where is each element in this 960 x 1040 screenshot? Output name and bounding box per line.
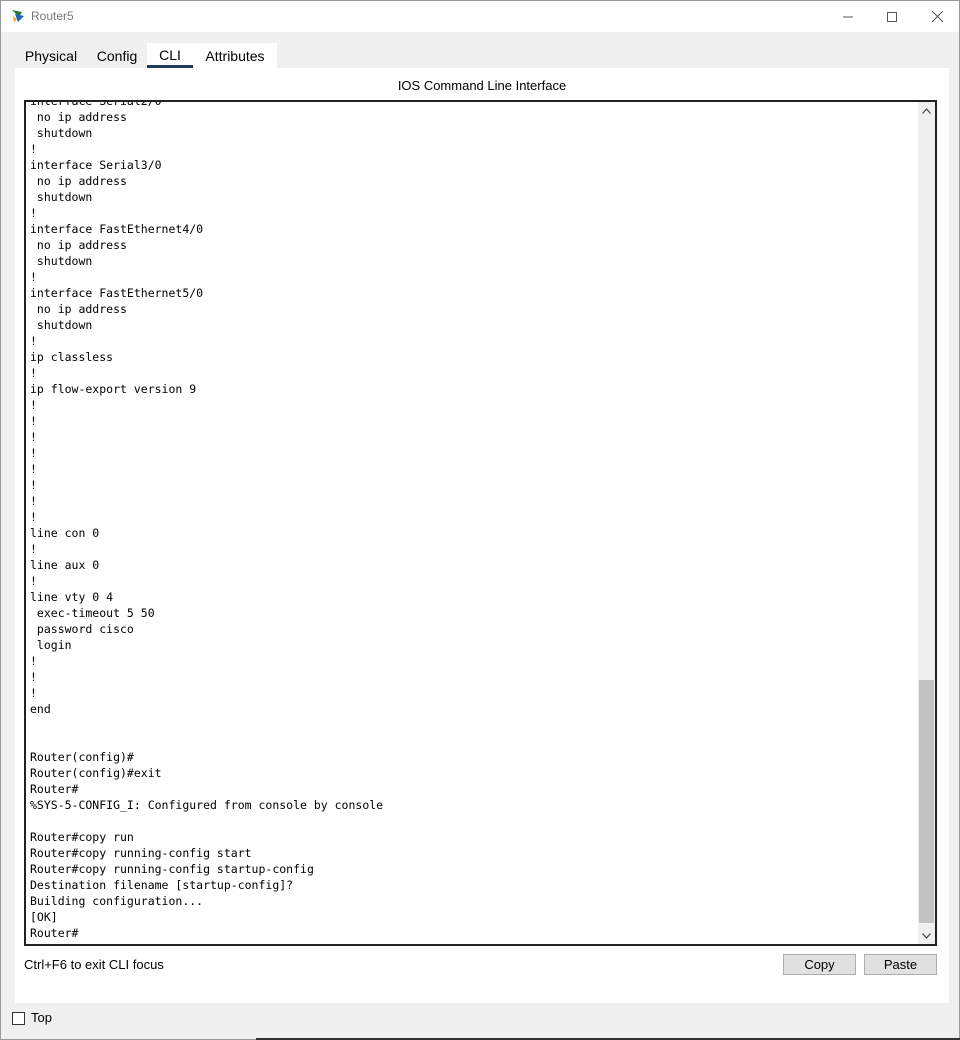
- scroll-thumb[interactable]: [919, 680, 934, 923]
- title-bar: Router5: [1, 1, 959, 32]
- router-window: Router5 Physical Config CLI Attributes I…: [0, 0, 960, 1040]
- tab-physical[interactable]: Physical: [15, 43, 87, 69]
- scroll-up-icon[interactable]: [918, 102, 935, 119]
- panel-header: IOS Command Line Interface: [397, 78, 567, 93]
- top-checkbox[interactable]: [12, 1012, 25, 1025]
- tab-cli[interactable]: CLI: [147, 43, 193, 69]
- tab-bar: Physical Config CLI Attributes: [15, 43, 277, 69]
- minimize-icon[interactable]: [825, 1, 871, 32]
- cli-panel: IOS Command Line Interface interface Ser…: [15, 68, 949, 1003]
- cli-scrollbar[interactable]: [918, 102, 935, 944]
- maximize-icon[interactable]: [869, 1, 915, 32]
- window-title: Router5: [31, 9, 74, 23]
- scroll-down-icon[interactable]: [918, 927, 935, 944]
- cli-focus-hint: Ctrl+F6 to exit CLI focus: [24, 957, 164, 972]
- router-app-icon: [12, 10, 24, 23]
- top-checkbox-label: Top: [31, 1010, 52, 1025]
- paste-button[interactable]: Paste: [864, 954, 937, 975]
- close-icon[interactable]: [914, 1, 960, 32]
- tab-attributes[interactable]: Attributes: [193, 43, 277, 69]
- cli-terminal[interactable]: interface Serial2/0 no ip address shutdo…: [24, 100, 937, 946]
- tab-config[interactable]: Config: [87, 43, 147, 69]
- cli-output[interactable]: interface Serial2/0 no ip address shutdo…: [30, 102, 915, 941]
- copy-button[interactable]: Copy: [783, 954, 856, 975]
